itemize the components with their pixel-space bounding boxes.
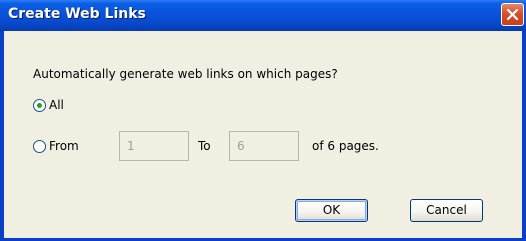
prompt-text: Automatically generate web links on whic… [33, 67, 338, 81]
page-count-text: of 6 pages. [312, 139, 379, 153]
radio-all[interactable] [33, 98, 46, 112]
option-all[interactable]: All [33, 98, 64, 112]
create-web-links-dialog: Create Web Links Automatically generate … [0, 0, 526, 241]
window-title: Create Web Links [8, 6, 146, 22]
close-button[interactable] [501, 3, 524, 26]
radio-selected-dot [37, 102, 42, 108]
radio-from[interactable] [33, 139, 46, 153]
to-page-input[interactable]: 6 [229, 131, 299, 161]
close-icon [506, 8, 519, 21]
to-label: To [198, 139, 211, 153]
radio-from-label: From [49, 139, 79, 153]
title-bar[interactable]: Create Web Links [0, 0, 526, 31]
cancel-button[interactable]: Cancel [410, 199, 483, 222]
option-from[interactable]: From [33, 139, 79, 153]
ok-button[interactable]: OK [295, 199, 368, 222]
from-page-input[interactable]: 1 [119, 131, 189, 161]
radio-all-label: All [49, 98, 64, 112]
